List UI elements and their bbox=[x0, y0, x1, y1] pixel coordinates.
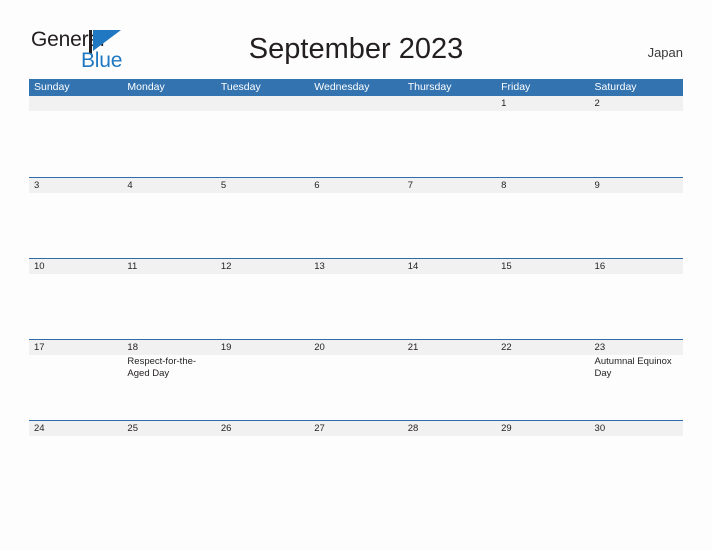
calendar-week-cells: 17 18 Respect-for-the-Aged Day 19 20 21 22 23 Au… bbox=[29, 340, 683, 419]
calendar-empty-cell bbox=[122, 96, 215, 175]
calendar-grid: Sunday Monday Tuesday Wednesday Thursday… bbox=[29, 79, 683, 501]
day-number: 14 bbox=[407, 261, 419, 272]
calendar-day-cell[interactable]: 26 bbox=[216, 421, 309, 500]
holiday-event: Autumnal Equinox Day bbox=[594, 356, 672, 379]
day-number: 27 bbox=[314, 423, 325, 434]
calendar-day-cell[interactable]: 27 bbox=[309, 421, 402, 500]
calendar-day-cell[interactable]: 28 bbox=[403, 421, 496, 500]
calendar-day-cell[interactable]: 21 bbox=[403, 340, 496, 419]
calendar-day-cell[interactable]: 29 bbox=[496, 421, 589, 500]
calendar-week-cells: 12 bbox=[29, 96, 683, 175]
weekday-header-row: Sunday Monday Tuesday Wednesday Thursday… bbox=[29, 79, 683, 96]
calendar-week-cells: 10 11 12 13 14 15 16 bbox=[29, 259, 683, 338]
day-number: 17 bbox=[34, 342, 45, 353]
weekday-header-tuesday: Tuesday bbox=[220, 81, 261, 93]
calendar-day-cell[interactable]: 11 bbox=[122, 259, 215, 338]
calendar-weeks: 1 2 3 4 5 6 7 8 9 10 11 12 13 14 15 16 17 18 Respect-for-t… bbox=[29, 96, 683, 501]
calendar-week-row: 10 11 12 13 14 15 16 bbox=[29, 258, 683, 339]
calendar-week-row: 17 18 Respect-for-the-Aged Day 19 20 21 22 23 Au… bbox=[29, 339, 683, 420]
calendar-day-cell[interactable]: 14 bbox=[403, 259, 496, 338]
calendar-day-cell[interactable]: 15 bbox=[496, 259, 589, 338]
day-number: 21 bbox=[407, 342, 419, 353]
day-number: 2 bbox=[594, 98, 600, 109]
calendar-empty-cell bbox=[216, 96, 309, 175]
calendar-day-cell[interactable]: 7 bbox=[403, 178, 496, 257]
day-number: 22 bbox=[501, 342, 512, 353]
day-number: 13 bbox=[314, 261, 325, 272]
day-number: 24 bbox=[34, 423, 45, 434]
day-events: Respect-for-the-Aged Day bbox=[127, 356, 211, 379]
weekday-header-monday: Monday bbox=[127, 81, 165, 93]
calendar-day-cell[interactable]: 3 bbox=[29, 178, 122, 257]
day-number: 12 bbox=[220, 261, 232, 272]
calendar-day-cell[interactable]: 17 bbox=[29, 340, 122, 419]
day-number: 11 bbox=[127, 261, 138, 272]
calendar-day-cell[interactable]: 8 bbox=[496, 178, 589, 257]
page-header: General Blue September 2023 Japan bbox=[0, 0, 712, 78]
day-number: 10 bbox=[34, 261, 45, 272]
calendar-day-cell[interactable]: 12 bbox=[216, 259, 309, 338]
calendar-day-cell[interactable]: 10 bbox=[29, 259, 122, 338]
calendar-week-row: 24 25 26 27 28 29 30 bbox=[29, 420, 683, 501]
calendar-page: General Blue September 2023 Japan Sunday… bbox=[0, 0, 712, 550]
day-number: 25 bbox=[127, 423, 138, 434]
calendar-empty-cell bbox=[29, 96, 122, 175]
day-number: 26 bbox=[220, 423, 232, 434]
day-number: 4 bbox=[127, 180, 133, 191]
day-number: 9 bbox=[594, 180, 600, 191]
calendar-day-cell[interactable]: 4 bbox=[122, 178, 215, 257]
calendar-week-cells: 24 25 26 27 28 29 30 bbox=[29, 421, 683, 500]
day-number: 30 bbox=[594, 423, 606, 434]
weekday-header-saturday: Saturday bbox=[594, 81, 637, 93]
day-number: 7 bbox=[407, 180, 413, 191]
calendar-day-cell[interactable]: 16 bbox=[590, 259, 683, 338]
calendar-day-cell[interactable]: 5 bbox=[216, 178, 309, 257]
country-label: Japan bbox=[647, 45, 683, 60]
day-number: 19 bbox=[220, 342, 232, 353]
day-number: 23 bbox=[594, 342, 606, 353]
calendar-week-row: 3 4 5 6 7 8 9 bbox=[29, 177, 683, 258]
day-number: 6 bbox=[314, 180, 320, 191]
calendar-day-cell[interactable]: 24 bbox=[29, 421, 122, 500]
calendar-day-cell[interactable]: 23 Autumnal Equinox Day bbox=[590, 340, 683, 419]
day-number: 28 bbox=[407, 423, 419, 434]
day-number: 3 bbox=[34, 180, 40, 191]
calendar-day-cell[interactable]: 6 bbox=[309, 178, 402, 257]
calendar-empty-cell bbox=[309, 96, 402, 175]
calendar-day-cell[interactable]: 9 bbox=[590, 178, 683, 257]
calendar-day-cell[interactable]: 1 bbox=[496, 96, 589, 175]
day-number: 8 bbox=[501, 180, 507, 191]
calendar-week-row: 12 bbox=[29, 96, 683, 177]
holiday-event: Respect-for-the-Aged Day bbox=[127, 356, 197, 379]
day-number: 16 bbox=[594, 261, 606, 272]
day-number: 29 bbox=[501, 423, 512, 434]
weekday-header-sunday: Sunday bbox=[34, 81, 70, 93]
calendar-day-cell[interactable]: 20 bbox=[309, 340, 402, 419]
calendar-empty-cell bbox=[403, 96, 496, 175]
calendar-day-cell[interactable]: 13 bbox=[309, 259, 402, 338]
weekday-header-thursday: Thursday bbox=[407, 81, 452, 93]
calendar-day-cell[interactable]: 30 bbox=[590, 421, 683, 500]
calendar-day-cell[interactable]: 2 bbox=[590, 96, 683, 175]
calendar-day-cell[interactable]: 25 bbox=[122, 421, 215, 500]
day-number: 18 bbox=[127, 342, 138, 353]
day-number: 1 bbox=[501, 98, 507, 109]
day-number: 15 bbox=[501, 261, 512, 272]
calendar-week-cells: 3 4 5 6 7 8 9 bbox=[29, 178, 683, 257]
page-title: September 2023 bbox=[248, 33, 464, 65]
calendar-day-cell[interactable]: 18 Respect-for-the-Aged Day bbox=[122, 340, 215, 419]
day-events: Autumnal Equinox Day bbox=[595, 356, 679, 379]
day-number: 20 bbox=[314, 342, 325, 353]
weekday-header-wednesday: Wednesday bbox=[314, 81, 370, 93]
calendar-day-cell[interactable]: 19 bbox=[216, 340, 309, 419]
calendar-day-cell[interactable]: 22 bbox=[496, 340, 589, 419]
day-number: 5 bbox=[220, 180, 227, 191]
weekday-header-friday: Friday bbox=[501, 81, 531, 93]
